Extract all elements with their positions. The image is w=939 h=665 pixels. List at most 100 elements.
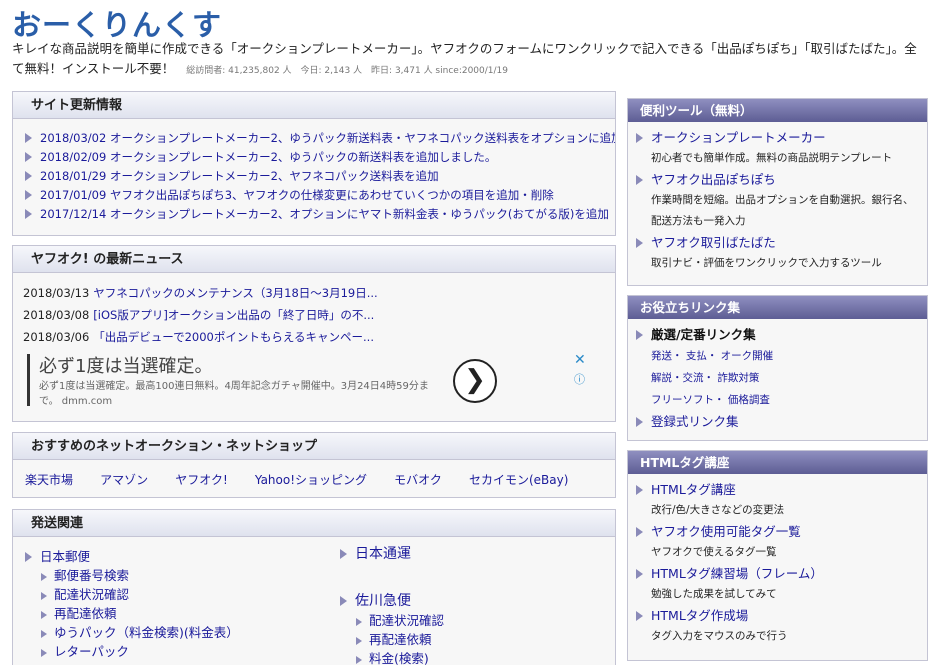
- bullet-arrow-icon: [356, 656, 362, 664]
- html-desc: ヤフオクで使えるタグ一覧: [651, 546, 777, 558]
- japan-post-sublink[interactable]: 郵便番号検索: [25, 566, 239, 585]
- sagawa-link[interactable]: 佐川急便: [340, 592, 444, 611]
- tool-link-batabata[interactable]: ヤフオク取引ばたばた: [636, 232, 927, 253]
- html-link[interactable]: ヤフオク使用可能タグ一覧: [636, 521, 927, 542]
- bullet-arrow-icon: [340, 549, 347, 559]
- links-sub[interactable]: フリーソフト・ 価格調査: [636, 389, 927, 411]
- japan-post-sublink[interactable]: 再配達依頼: [25, 604, 239, 623]
- html-desc: 勉強した成果を試してみて: [651, 588, 777, 600]
- update-item[interactable]: 2018/02/09 オークションプレートメーカー2、ゆうパックの新送料表を追加…: [25, 148, 615, 167]
- update-item[interactable]: 2017/12/14 オークションプレートメーカー2、オプションにヤマト新料金表…: [25, 205, 615, 224]
- bullet-arrow-icon: [356, 637, 362, 645]
- site-title[interactable]: おーくりんくす: [12, 2, 222, 44]
- news-list: 2018/03/13 ヤフネコパックのメンテナンス（3月18日～3月19日... …: [13, 273, 615, 348]
- sagawa-column: 佐川急便 配達状況確認 再配達依頼 料金(検索): [340, 592, 444, 665]
- japan-post-sublink[interactable]: 配達状況確認: [25, 585, 239, 604]
- html-desc: 改行/色/大きさなどの変更法: [651, 504, 785, 516]
- ad-arrow-button[interactable]: ❯: [453, 359, 497, 403]
- shipping-panel: 発送関連 日本郵便 郵便番号検索 配達状況確認 再配達依頼 ゆうパック（料金検索…: [12, 509, 616, 665]
- ad-accent-bar: [27, 354, 30, 406]
- tools-header: 便利ツール（無料）: [628, 99, 927, 122]
- bullet-arrow-icon: [636, 527, 643, 537]
- tools-panel: 便利ツール（無料） オークションプレートメーカー 初心者でも簡単作成。無料の商品…: [627, 98, 928, 286]
- news-item: 2018/03/06 「出品デビューで2000ポイントもらえるキャンペー...: [23, 326, 615, 348]
- shops-list: 楽天市場 アマゾン ヤフオク! Yahoo!ショッピング モバオク セカイモン(…: [13, 460, 615, 488]
- updates-header: サイト更新情報: [13, 92, 615, 119]
- shops-panel: おすすめのネットオークション・ネットショップ 楽天市場 アマゾン ヤフオク! Y…: [12, 432, 616, 498]
- links-sub[interactable]: 解説・交流・ 詐欺対策: [636, 367, 927, 389]
- shop-link-mobaoku[interactable]: モバオク: [394, 471, 442, 488]
- bullet-arrow-icon: [636, 417, 643, 427]
- news-date: 2018/03/08: [23, 308, 90, 322]
- ad-close-icon[interactable]: ✕: [574, 352, 586, 368]
- html-panel: HTMLタグ講座 HTMLタグ講座 改行/色/大きさなどの変更法 ヤフオク使用可…: [627, 450, 928, 661]
- html-link[interactable]: HTMLタグ作成場: [636, 605, 927, 626]
- news-date: 2018/03/13: [23, 286, 90, 300]
- bullet-arrow-icon: [636, 569, 643, 579]
- news-date: 2018/03/06: [23, 330, 90, 344]
- bullet-arrow-icon: [41, 592, 47, 600]
- bullet-arrow-icon: [636, 133, 643, 143]
- tool-link-pochipochi[interactable]: ヤフオク出品ぽちぽち: [636, 169, 927, 190]
- shop-link-yahoo-shopping[interactable]: Yahoo!ショッピング: [255, 471, 367, 488]
- sagawa-sublink[interactable]: 配達状況確認: [340, 611, 444, 630]
- bullet-arrow-icon: [25, 133, 32, 143]
- shop-link-sekaimon[interactable]: セカイモン(eBay): [469, 471, 568, 488]
- bullet-arrow-icon: [25, 152, 32, 162]
- ad-title[interactable]: 必ず1度は当選確定。: [39, 352, 212, 378]
- tool-desc: 取引ナビ・評価をワンクリックで入力するツール: [651, 257, 882, 269]
- bullet-arrow-icon: [41, 649, 47, 657]
- html-link[interactable]: HTMLタグ練習場（フレーム）: [636, 563, 927, 584]
- bullet-arrow-icon: [41, 573, 47, 581]
- tool-desc: 初心者でも簡単作成。無料の商品説明テンプレート: [651, 152, 893, 164]
- news-link[interactable]: [iOS版アプリ]オークション出品の「終了日時」の不...: [93, 308, 374, 322]
- nittsu-link[interactable]: 日本通運: [340, 545, 411, 564]
- bullet-arrow-icon: [636, 238, 643, 248]
- bullet-arrow-icon: [636, 611, 643, 621]
- ad-body[interactable]: 必ず1度は当選確定。最高100連日無料。4周年記念ガチャ開催中。3月24日4時5…: [39, 379, 434, 409]
- news-header: ヤフオク! の最新ニュース: [13, 246, 615, 273]
- update-item[interactable]: 2018/01/29 オークションプレートメーカー2、ヤフネコパック送料表を追加: [25, 167, 615, 186]
- updates-list: 2018/03/02 オークションプレートメーカー2、ゆうパック新送料表・ヤフネ…: [13, 119, 615, 224]
- html-list: HTMLタグ講座 改行/色/大きさなどの変更法 ヤフオク使用可能タグ一覧 ヤフオ…: [628, 474, 927, 647]
- sagawa-sublink[interactable]: 料金(検索): [340, 649, 444, 665]
- bullet-arrow-icon: [41, 611, 47, 619]
- update-item[interactable]: 2017/01/09 ヤフオク出品ぽちぽち3、ヤフオクの仕様変更にあわせていくつ…: [25, 186, 615, 205]
- shops-header: おすすめのネットオークション・ネットショップ: [13, 433, 615, 460]
- bullet-arrow-icon: [356, 618, 362, 626]
- news-link[interactable]: ヤフネコパックのメンテナンス（3月18日～3月19日...: [93, 286, 377, 300]
- links-list: 厳選/定番リンク集 発送・ 支払・ オーク開催 解説・交流・ 詐欺対策 フリーソ…: [628, 319, 927, 432]
- bullet-arrow-icon: [41, 630, 47, 638]
- html-header: HTMLタグ講座: [628, 451, 927, 474]
- shop-link-amazon[interactable]: アマゾン: [100, 471, 148, 488]
- ad-info-icon[interactable]: ⓘ: [574, 371, 585, 387]
- html-link[interactable]: HTMLタグ講座: [636, 479, 927, 500]
- tools-list: オークションプレートメーカー 初心者でも簡単作成。無料の商品説明テンプレート ヤ…: [628, 122, 927, 274]
- update-item[interactable]: 2018/03/02 オークションプレートメーカー2、ゆうパック新送料表・ヤフネ…: [25, 129, 615, 148]
- tool-link-plate-maker[interactable]: オークションプレートメーカー: [636, 127, 927, 148]
- links-header: お役立ちリンク集: [628, 296, 927, 319]
- site-description: キレイな商品説明を簡単に作成できる「オークションプレートメーカー」。ヤフオクのフ…: [12, 39, 927, 81]
- bullet-arrow-icon: [25, 171, 32, 181]
- links-sub[interactable]: 発送・ 支払・ オーク開催: [636, 345, 927, 367]
- news-item: 2018/03/08 [iOS版アプリ]オークション出品の「終了日時」の不...: [23, 304, 615, 326]
- ad-banner[interactable]: 必ず1度は当選確定。 必ず1度は当選確定。最高100連日無料。4周年記念ガチャ開…: [27, 352, 586, 409]
- news-link[interactable]: 「出品デビューで2000ポイントもらえるキャンペー...: [93, 330, 374, 344]
- japan-post-sublink[interactable]: ゆうパック（料金検索)(料金表）: [25, 623, 239, 642]
- japan-post-link[interactable]: 日本郵便: [25, 547, 239, 566]
- visitor-stats: 総訪問者: 41,235,802 人 今日: 2,143 人 昨日: 3,471…: [186, 66, 508, 76]
- updates-panel: サイト更新情報 2018/03/02 オークションプレートメーカー2、ゆうパック…: [12, 91, 616, 236]
- japan-post-column: 日本郵便 郵便番号検索 配達状況確認 再配達依頼 ゆうパック（料金検索)(料金表…: [25, 547, 239, 661]
- japan-post-sublink[interactable]: レターパック: [25, 642, 239, 661]
- links-main[interactable]: 厳選/定番リンク集: [636, 324, 927, 345]
- shop-link-yahuoku[interactable]: ヤフオク!: [175, 471, 228, 488]
- bullet-arrow-icon: [636, 330, 643, 340]
- shipping-header: 発送関連: [13, 510, 615, 537]
- links-panel: お役立ちリンク集 厳選/定番リンク集 発送・ 支払・ オーク開催 解説・交流・ …: [627, 295, 928, 441]
- shop-link-rakuten[interactable]: 楽天市場: [25, 471, 73, 488]
- links-registered[interactable]: 登録式リンク集: [636, 411, 927, 432]
- sagawa-sublink[interactable]: 再配達依頼: [340, 630, 444, 649]
- bullet-arrow-icon: [25, 190, 32, 200]
- news-panel: ヤフオク! の最新ニュース 2018/03/13 ヤフネコパックのメンテナンス（3…: [12, 245, 616, 422]
- bullet-arrow-icon: [636, 175, 643, 185]
